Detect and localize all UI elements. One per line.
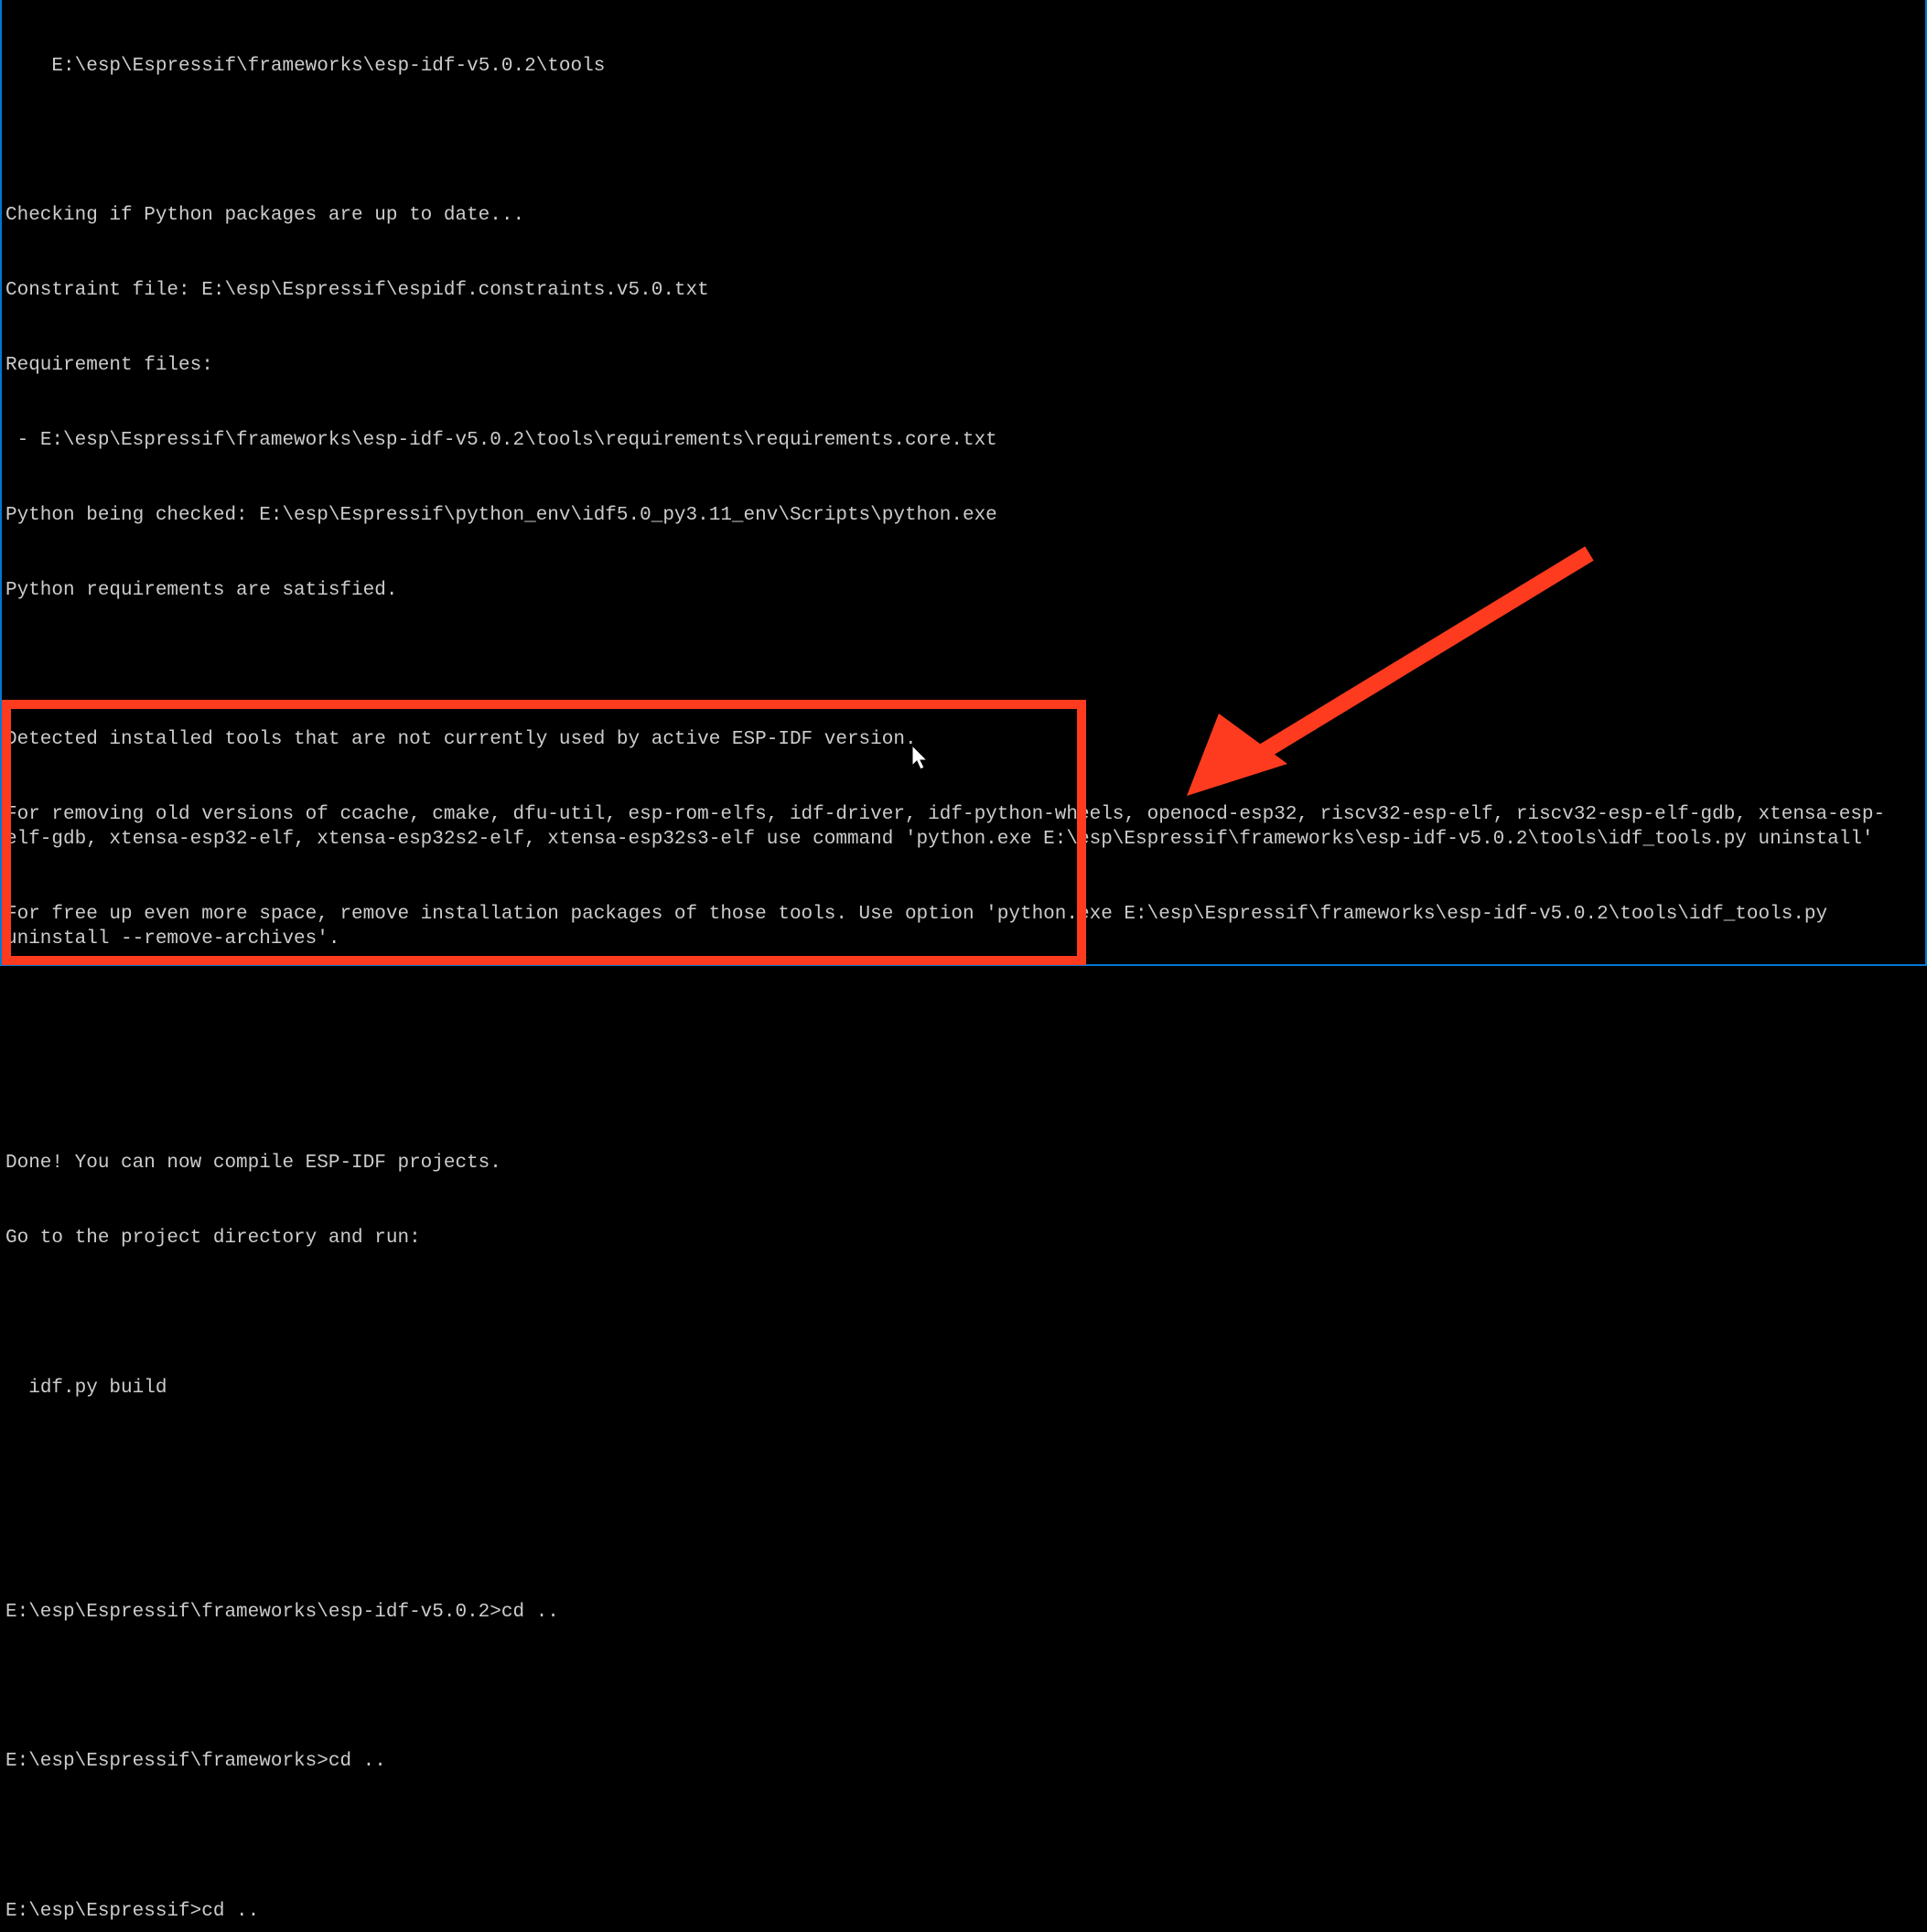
terminal-line <box>5 1451 1922 1476</box>
terminal-line: Python being checked: E:\esp\Espressif\p… <box>5 503 1922 528</box>
terminal-line: Constraint file: E:\esp\Espressif\espidf… <box>5 278 1922 303</box>
terminal-line: E:\esp\Espressif\frameworks\esp-idf-v5.0… <box>5 1600 1922 1625</box>
terminal-line: For removing old versions of ccache, cma… <box>5 802 1922 853</box>
terminal-line: E:\esp\Espressif\frameworks\esp-idf-v5.0… <box>5 54 1922 79</box>
terminal-line: E:\esp\Espressif\frameworks>cd .. <box>5 1749 1922 1774</box>
terminal-line <box>5 1077 1922 1101</box>
terminal-line <box>5 1675 1922 1700</box>
terminal-line: Detected installed tools that are not cu… <box>5 727 1922 752</box>
terminal-line: Checking if Python packages are up to da… <box>5 203 1922 228</box>
terminal-line <box>5 1301 1922 1326</box>
terminal-line: Python requirements are satisfied. <box>5 578 1922 603</box>
terminal-line <box>5 1525 1922 1550</box>
terminal-line <box>5 1824 1922 1849</box>
terminal-line: Go to the project directory and run: <box>5 1226 1922 1250</box>
terminal-line: For free up even more space, remove inst… <box>5 902 1922 952</box>
terminal-line <box>5 128 1922 153</box>
terminal-output[interactable]: E:\esp\Espressif\frameworks\esp-idf-v5.0… <box>2 0 1925 1932</box>
terminal-line: - E:\esp\Espressif\frameworks\esp-idf-v5… <box>5 428 1922 453</box>
terminal-line <box>5 652 1922 677</box>
terminal-line: Requirement files: <box>5 353 1922 378</box>
terminal-line <box>5 1002 1922 1026</box>
terminal-line: E:\esp\Espressif>cd .. <box>5 1899 1922 1924</box>
terminal-line: Done! You can now compile ESP-IDF projec… <box>5 1151 1922 1175</box>
terminal-line: idf.py build <box>5 1376 1922 1401</box>
